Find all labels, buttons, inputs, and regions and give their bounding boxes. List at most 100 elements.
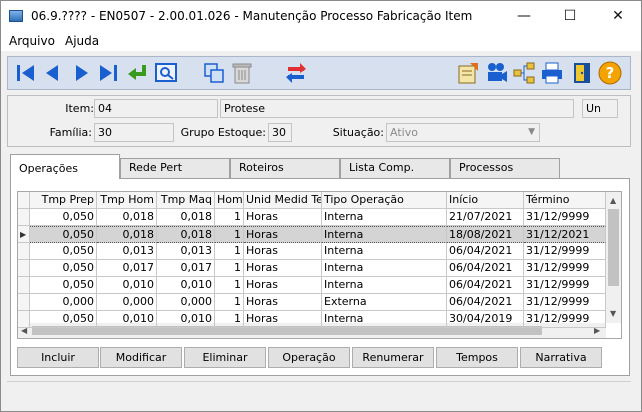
cell-hom[interactable]: 1: [215, 243, 244, 260]
cell-inicio[interactable]: 30/04/2019: [447, 311, 524, 328]
copy-icon[interactable]: [202, 61, 226, 85]
cell-termino[interactable]: 31/12/2021: [524, 226, 606, 243]
cell-hom[interactable]: 1: [215, 277, 244, 294]
narrativa-button[interactable]: Narrativa: [520, 347, 602, 368]
row-indicator[interactable]: ▶: [18, 226, 30, 243]
cell-unid-medid-tempo[interactable]: Horas: [244, 226, 322, 243]
refresh-icon[interactable]: [284, 61, 308, 85]
cell-tmp-prep[interactable]: 0,000: [30, 294, 97, 311]
column-header-termino[interactable]: Término: [524, 192, 606, 209]
cell-tipo-operacao[interactable]: Interna: [322, 277, 447, 294]
cell-tmp-maq[interactable]: 0,000: [157, 294, 215, 311]
cell-tipo-operacao[interactable]: Interna: [322, 209, 447, 226]
chevron-down-icon[interactable]: ▼: [610, 309, 616, 318]
operacao-button[interactable]: Operação: [268, 347, 350, 368]
column-header-tmp-prep[interactable]: Tmp Prep: [30, 192, 97, 209]
row-indicator[interactable]: [18, 209, 30, 226]
cell-unid-medid-tempo[interactable]: Horas: [244, 209, 322, 226]
tab-roteiros[interactable]: Roteiros: [230, 158, 340, 178]
item-code-field[interactable]: 04: [94, 99, 218, 118]
cell-tmp-maq[interactable]: 0,010: [157, 311, 215, 328]
exit-door-icon[interactable]: [570, 61, 594, 85]
cell-tmp-hom[interactable]: 0,010: [97, 311, 157, 328]
cell-termino[interactable]: 31/12/9999: [524, 294, 606, 311]
cell-termino[interactable]: 31/12/9999: [524, 209, 606, 226]
operations-grid[interactable]: ▲ ▼ ◀ ▶ Tmp Prep Tmp Hom Tmp Maq Hom Unid Me…: [17, 191, 622, 339]
cell-unid-medid-tempo[interactable]: Horas: [244, 311, 322, 328]
family-field[interactable]: 30: [94, 123, 174, 142]
cell-tipo-operacao[interactable]: Interna: [322, 243, 447, 260]
cell-tmp-maq[interactable]: 0,018: [157, 209, 215, 226]
cell-tipo-operacao[interactable]: Interna: [322, 311, 447, 328]
cell-hom[interactable]: 1: [215, 209, 244, 226]
print-icon[interactable]: [540, 61, 564, 85]
previous-record-icon[interactable]: [40, 61, 64, 85]
cell-hom[interactable]: 1: [215, 294, 244, 311]
tab-processos[interactable]: Processos: [450, 158, 560, 178]
menu-arquivo[interactable]: Arquivo: [9, 34, 55, 48]
row-indicator[interactable]: [18, 294, 30, 311]
item-description-field[interactable]: Protese: [220, 99, 574, 118]
cell-tmp-hom[interactable]: 0,018: [97, 209, 157, 226]
stock-group-field[interactable]: 30: [268, 123, 292, 142]
cell-unid-medid-tempo[interactable]: Horas: [244, 243, 322, 260]
cell-termino[interactable]: 31/12/9999: [524, 243, 606, 260]
cell-termino[interactable]: 31/12/9999: [524, 260, 606, 277]
row-indicator[interactable]: [18, 260, 30, 277]
vertical-scroll-thumb[interactable]: [608, 209, 619, 286]
cell-tmp-hom[interactable]: 0,013: [97, 243, 157, 260]
cell-tmp-prep[interactable]: 0,050: [30, 226, 97, 243]
chevron-up-icon[interactable]: ▲: [610, 196, 616, 205]
vertical-scrollbar[interactable]: ▲ ▼: [606, 192, 621, 323]
tab-operacoes[interactable]: Operações: [10, 154, 120, 179]
eliminar-button[interactable]: Eliminar: [184, 347, 266, 368]
cell-tmp-hom[interactable]: 0,018: [97, 226, 157, 243]
cell-inicio[interactable]: 06/04/2021: [447, 277, 524, 294]
search-icon[interactable]: [154, 61, 178, 85]
cell-tmp-prep[interactable]: 0,050: [30, 311, 97, 328]
menu-ajuda[interactable]: Ajuda: [65, 34, 99, 48]
tree-icon[interactable]: [512, 61, 536, 85]
help-icon[interactable]: ?: [598, 61, 622, 85]
modificar-button[interactable]: Modificar: [100, 347, 182, 368]
cell-unid-medid-tempo[interactable]: Horas: [244, 294, 322, 311]
cell-inicio[interactable]: 06/04/2021: [447, 260, 524, 277]
column-header-tipo-operacao[interactable]: Tipo Operação: [322, 192, 447, 209]
column-header-unid-medid-tempo[interactable]: Unid Medid Tempo: [244, 192, 322, 209]
cell-tipo-operacao[interactable]: Interna: [322, 226, 447, 243]
item-unit-field[interactable]: Un: [582, 99, 618, 118]
cell-tmp-hom[interactable]: 0,017: [97, 260, 157, 277]
minimize-button[interactable]: —: [501, 1, 547, 31]
delete-icon[interactable]: [230, 61, 254, 85]
column-header-hom[interactable]: Hom: [215, 192, 244, 209]
column-header-tmp-maq[interactable]: Tmp Maq: [157, 192, 215, 209]
cell-unid-medid-tempo[interactable]: Horas: [244, 260, 322, 277]
cell-tmp-maq[interactable]: 0,017: [157, 260, 215, 277]
cell-hom[interactable]: 1: [215, 226, 244, 243]
row-indicator[interactable]: [18, 311, 30, 328]
first-record-icon[interactable]: [14, 61, 38, 85]
cell-hom[interactable]: 1: [215, 260, 244, 277]
cell-tmp-hom[interactable]: 0,010: [97, 277, 157, 294]
last-record-icon[interactable]: [96, 61, 120, 85]
next-record-icon[interactable]: [70, 61, 94, 85]
maximize-button[interactable]: ☐: [547, 1, 593, 31]
row-indicator[interactable]: [18, 243, 30, 260]
situation-select[interactable]: Ativo ▼: [386, 123, 540, 142]
cell-inicio[interactable]: 18/08/2021: [447, 226, 524, 243]
cell-tmp-prep[interactable]: 0,050: [30, 243, 97, 260]
cell-unid-medid-tempo[interactable]: Horas: [244, 277, 322, 294]
cell-tmp-maq[interactable]: 0,013: [157, 243, 215, 260]
column-header-row-marker[interactable]: [18, 192, 30, 209]
cell-tmp-hom[interactable]: 0,000: [97, 294, 157, 311]
column-header-inicio[interactable]: Início: [447, 192, 524, 209]
cell-tipo-operacao[interactable]: Interna: [322, 260, 447, 277]
cell-tmp-maq[interactable]: 0,018: [157, 226, 215, 243]
cell-inicio[interactable]: 06/04/2021: [447, 243, 524, 260]
report-icon[interactable]: [456, 61, 480, 85]
row-indicator[interactable]: [18, 277, 30, 294]
tab-lista-comp[interactable]: Lista Comp.: [340, 158, 450, 178]
goto-record-icon[interactable]: [126, 61, 150, 85]
cell-tmp-prep[interactable]: 0,050: [30, 260, 97, 277]
cell-tmp-prep[interactable]: 0,050: [30, 209, 97, 226]
